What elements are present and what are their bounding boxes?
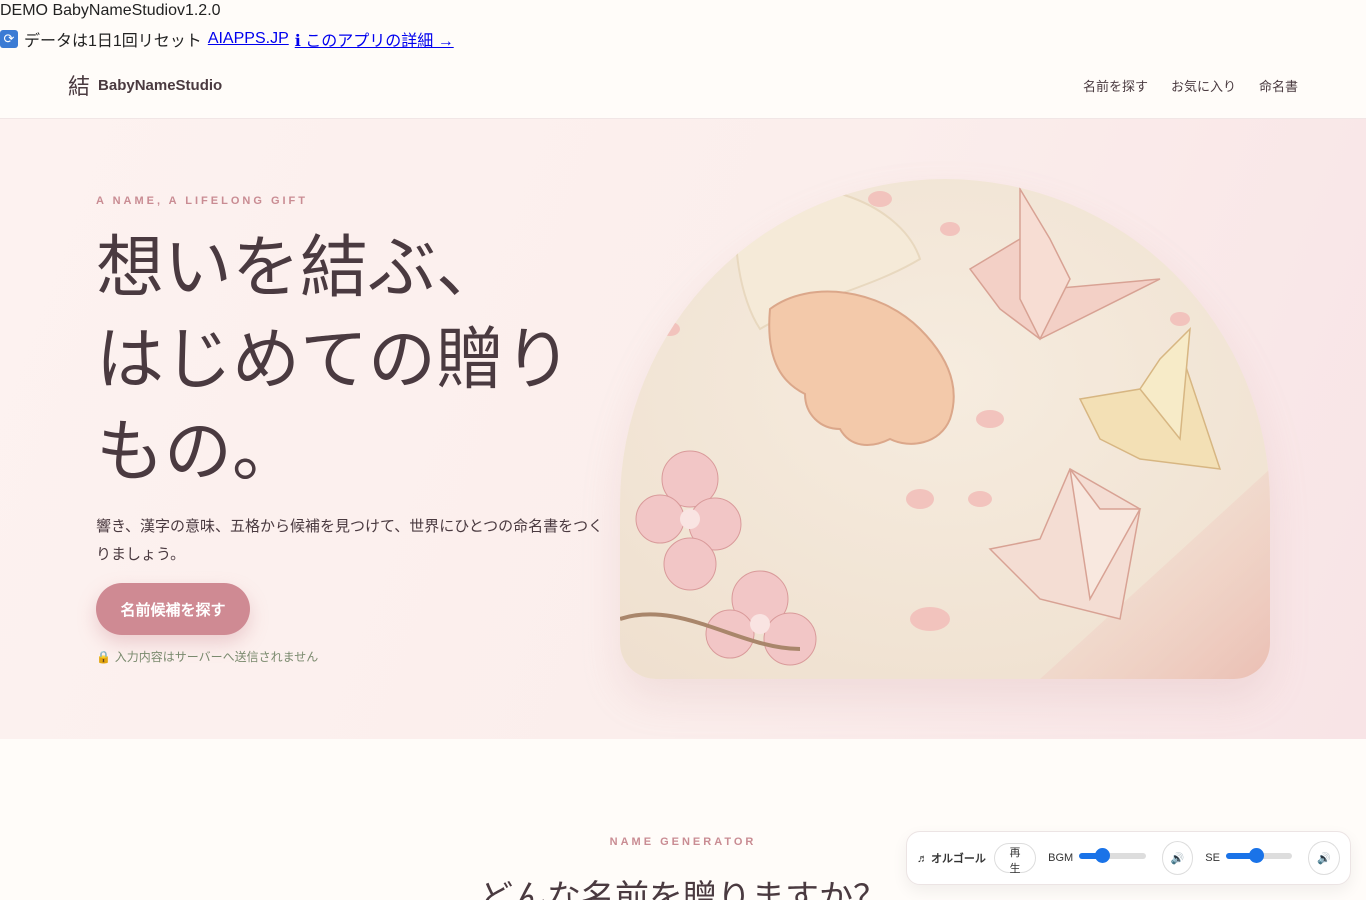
- music-player: ♬ オルゴール 再生 BGM 🔊 SE 🔊: [906, 831, 1351, 885]
- privacy-note: 🔒 入力内容はサーバーへ送信されません: [96, 650, 319, 664]
- demo-notice-bar: ⟳ データは1日1回リセット AIAPPS.JP ℹ このアプリの詳細 →: [0, 26, 1366, 52]
- play-button[interactable]: 再生: [993, 843, 1037, 875]
- find-names-button[interactable]: 名前候補を探す: [96, 583, 250, 635]
- hero-section: A NAME, A LIFELONG GIFT 想いを結ぶ、 はじめての贈り も…: [0, 119, 1366, 739]
- hero-title-line-2: はじめての贈り: [96, 321, 573, 400]
- bgm-slider-knob[interactable]: [1095, 848, 1111, 863]
- hero-illustration: [620, 179, 1270, 679]
- hero-title-line-3: もの。: [96, 413, 301, 492]
- se-mute-button[interactable]: 🔊: [1308, 841, 1340, 875]
- nav-naming-certificate[interactable]: 命名書: [1259, 76, 1298, 95]
- bgm-label: BGM: [1048, 852, 1074, 864]
- se-volume-slider[interactable]: [1225, 848, 1293, 863]
- speaker-icon: 🔊: [1170, 852, 1185, 865]
- hero-eyebrow: A NAME, A LIFELONG GIFT: [96, 195, 308, 207]
- logo-mark: 結: [68, 75, 91, 100]
- main-nav: 名前を探す お気に入り 命名書: [1083, 76, 1298, 95]
- se-slider-knob[interactable]: [1248, 848, 1264, 863]
- speaker-icon: 🔊: [1317, 852, 1332, 865]
- brand-logo[interactable]: 結 BabyNameStudio: [68, 69, 222, 101]
- brand-name: BabyNameStudio: [98, 76, 223, 94]
- reset-notice: データは1日1回リセット: [24, 33, 202, 50]
- hero-title: 想いを結ぶ、 はじめての贈り もの。: [96, 223, 572, 499]
- aiapps-link[interactable]: AIAPPS.JP: [208, 30, 289, 48]
- bgm-mute-button[interactable]: 🔊: [1161, 841, 1194, 875]
- site-header: 結 BabyNameStudio 名前を探す お気に入り 命名書: [0, 52, 1366, 119]
- app-details-link[interactable]: ℹ このアプリの詳細 →: [295, 27, 454, 51]
- nav-find-names[interactable]: 名前を探す: [1083, 76, 1148, 95]
- hero-title-line-1: 想いを結ぶ、: [96, 229, 505, 308]
- bgm-volume-slider[interactable]: [1079, 848, 1146, 863]
- se-label: SE: [1205, 852, 1220, 864]
- demo-version-label: DEMO BabyNameStudiov1.2.0: [0, 2, 221, 19]
- sync-icon: ⟳: [0, 30, 18, 48]
- hero-description: 響き、漢字の意味、五格から候補を見つけて、世界にひとつの命名書をつくりましょう。: [96, 517, 604, 563]
- player-label: ♬ オルゴール: [917, 853, 986, 865]
- nav-favorites[interactable]: お気に入り: [1171, 76, 1236, 95]
